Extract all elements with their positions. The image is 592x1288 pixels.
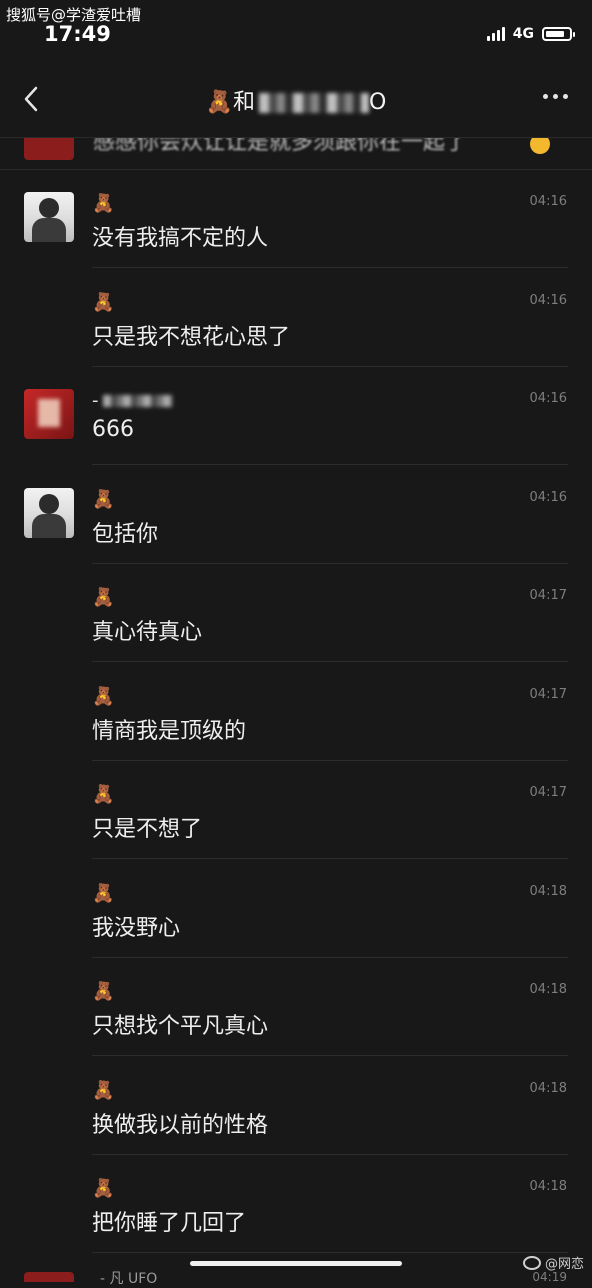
partial-message-text: 感感你会炊让让是就多须跟你在一起了 <box>93 138 468 155</box>
message-sender: 🧸 <box>92 1177 114 1201</box>
message-text: 我没野心 <box>92 915 181 941</box>
message-time: 04:16 <box>529 489 567 505</box>
avatar[interactable] <box>24 1272 74 1282</box>
bottom-peek-sender: - 凡 UFO <box>100 1271 158 1287</box>
more-horizontal-icon[interactable] <box>543 94 568 99</box>
message-text: 情商我是顶级的 <box>92 718 247 744</box>
message-time: 04:16 <box>529 292 567 308</box>
watermark-bottom: @网恋 <box>522 1253 584 1272</box>
message-sender-name: 🧸 <box>92 193 115 214</box>
chat-header: 🧸和 O <box>0 60 592 138</box>
home-indicator[interactable] <box>190 1261 402 1266</box>
message-row[interactable]: 🧸 04:18 我没野心 <box>0 860 592 958</box>
avatar[interactable] <box>24 138 74 160</box>
avatar[interactable] <box>24 389 74 439</box>
message-sender: 🧸 <box>92 1079 114 1103</box>
message-row[interactable]: 🧸 04:16 只是我不想花心思了 <box>0 269 592 367</box>
weibo-logo-icon <box>522 1255 541 1270</box>
message-sender: 🧸 <box>92 980 114 1004</box>
message-time: 04:18 <box>529 982 567 997</box>
chat-title-suffix: O <box>369 90 387 115</box>
network-type: 4G <box>512 26 534 42</box>
partial-message: 感感你会炊让让是就多须跟你在一起了 <box>0 138 592 170</box>
blurred-name <box>259 93 370 113</box>
message-time: 04:17 <box>529 588 567 603</box>
emoji-icon <box>530 138 550 154</box>
message-text: 换做我以前的性格 <box>92 1112 269 1138</box>
signal-icon <box>486 27 505 41</box>
message-sender-name: - <box>92 390 99 411</box>
message-row[interactable]: 🧸 04:16 没有我搞不定的人 <box>0 170 592 268</box>
message-text: 没有我搞不定的人 <box>92 226 269 251</box>
message-sender: 🧸 <box>92 685 114 709</box>
message-sender: 🧸 <box>92 586 114 610</box>
message-sender: 🧸 <box>92 783 114 807</box>
message-sender-name: 🧸 <box>92 488 115 510</box>
message-time: 04:18 <box>529 883 567 899</box>
message-sender-name: 🧸 <box>92 587 115 608</box>
message-sender-name: 🧸 <box>92 685 115 707</box>
chat-title: 🧸和 O <box>0 84 592 116</box>
message-text: 包括你 <box>92 521 159 547</box>
bottom-peek-time: 04:19 <box>532 1270 567 1284</box>
chat-title-prefix: 🧸和 <box>205 90 256 115</box>
message-text: 只想找个平凡真心 <box>92 1014 269 1039</box>
message-row[interactable]: 🧸 04:17 只是不想了 <box>0 761 592 859</box>
message-text: 只是我不想花心思了 <box>92 324 291 350</box>
watermark-bottom-text: @网恋 <box>544 1257 584 1272</box>
message-text: 666 <box>92 417 134 442</box>
avatar[interactable] <box>24 192 74 242</box>
message-sender-name: 🧸 <box>92 981 115 1002</box>
message-sender: 🧸 <box>92 488 114 512</box>
message-time: 04:16 <box>529 391 567 406</box>
message-text: 真心待真心 <box>92 620 203 645</box>
message-sender: 🧸 <box>92 192 114 216</box>
divider <box>92 1252 568 1253</box>
message-time: 04:17 <box>529 686 567 702</box>
message-row[interactable]: 🧸 04:18 换做我以前的性格 <box>0 1057 592 1155</box>
message-sender: 🧸 <box>92 882 114 906</box>
blurred-name <box>102 395 173 407</box>
message-time: 04:18 <box>529 1080 567 1096</box>
battery-icon <box>542 27 575 41</box>
message-sender-name: 🧸 <box>92 291 115 313</box>
message-text: 把你睡了几回了 <box>92 1211 247 1236</box>
message-time: 04:18 <box>529 1179 567 1194</box>
message-sender-name: 🧸 <box>92 1079 115 1101</box>
message-row[interactable]: 🧸 04:17 情商我是顶级的 <box>0 663 592 761</box>
message-row[interactable]: 🧸 04:16 包括你 <box>0 466 592 564</box>
message-sender: 🧸 <box>92 291 114 315</box>
message-row[interactable]: 🧸 04:17 真心待真心 <box>0 564 592 662</box>
message-row[interactable]: 🧸 04:18 把你睡了几回了 <box>0 1155 592 1253</box>
message-row[interactable]: 🧸 04:18 只想找个平凡真心 <box>0 958 592 1056</box>
message-row[interactable]: - 04:16 666 <box>0 367 592 465</box>
avatar[interactable] <box>24 487 74 538</box>
message-text: 只是不想了 <box>92 817 203 842</box>
status-indicators: 4G <box>486 26 575 42</box>
message-sender-name: 🧸 <box>92 882 115 904</box>
status-time: 17:49 <box>44 22 111 46</box>
message-sender: - <box>92 389 173 413</box>
message-sender-name: 🧸 <box>92 784 115 805</box>
message-sender-name: 🧸 <box>92 1178 115 1199</box>
message-time: 04:16 <box>529 194 567 209</box>
message-time: 04:17 <box>529 785 567 800</box>
